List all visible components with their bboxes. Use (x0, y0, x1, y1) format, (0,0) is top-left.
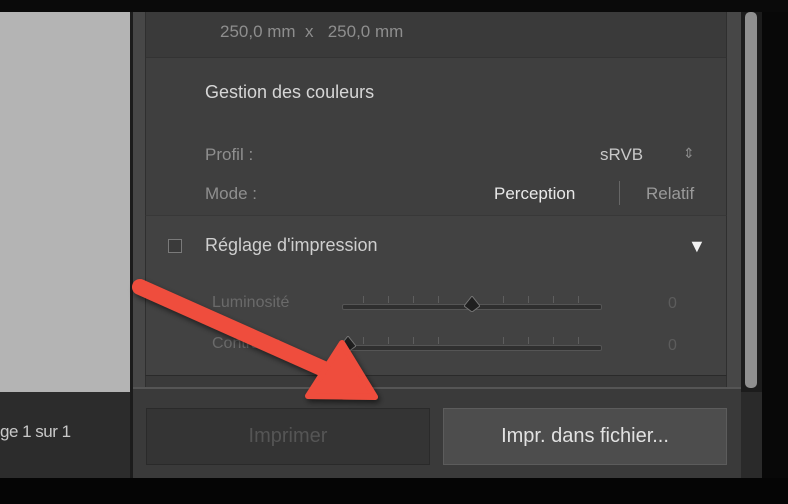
print-adjustment-title[interactable]: Réglage d'impression (205, 235, 378, 256)
window-edge (762, 12, 788, 478)
print-preview-area[interactable] (0, 12, 130, 392)
page-counter: ge 1 sur 1 (0, 422, 71, 441)
scrollbar-lower-area (741, 392, 762, 478)
contrast-value: 0 (668, 337, 677, 354)
luminosity-slider-thumb[interactable] (463, 296, 480, 312)
luminosity-value: 0 (668, 295, 677, 312)
mode-label: Mode : (205, 184, 257, 203)
mode-relatif-option[interactable]: Relatif (646, 184, 694, 204)
profile-label: Profil : (205, 145, 254, 164)
print-button[interactable]: Imprimer (146, 408, 430, 465)
top-strip (0, 0, 788, 12)
print-adjustment-checkbox[interactable] (168, 239, 182, 253)
expand-triangle-icon[interactable]: ▼ (688, 236, 706, 257)
select-arrows-icon[interactable]: ⇕ (683, 145, 695, 162)
mode-perception-option[interactable]: Perception (494, 184, 575, 204)
color-management-title[interactable]: Gestion des couleurs (205, 82, 374, 103)
scrollbar-thumb[interactable] (745, 12, 757, 388)
bottom-strip (0, 478, 788, 504)
print-to-file-button[interactable]: Impr. dans fichier... (443, 408, 727, 465)
annotation-arrow-icon (132, 279, 378, 400)
print-dimensions: 250,0 mm x 250,0 mm (220, 22, 404, 41)
profile-select[interactable]: sRVB (600, 145, 643, 165)
mode-separator (619, 181, 620, 205)
